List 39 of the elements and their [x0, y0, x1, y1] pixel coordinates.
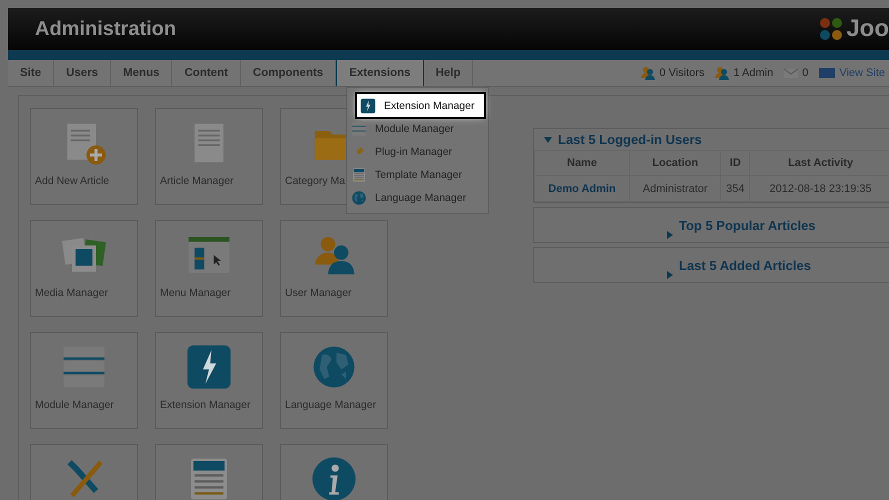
- column-header: ID: [720, 150, 750, 176]
- shortcut-tile[interactable]: Language Manager: [280, 332, 388, 429]
- logo: Joo: [818, 15, 889, 43]
- status-count: 1 Admin: [733, 67, 774, 79]
- view-site-link[interactable]: View Site: [839, 67, 885, 79]
- shortcut-tile[interactable]: Media Manager: [30, 220, 138, 317]
- column-header: Location: [629, 150, 721, 176]
- caret-icon[interactable]: [667, 271, 673, 279]
- globe-icon: [351, 190, 367, 206]
- page-title: Administration: [35, 18, 176, 40]
- monitor-icon: [818, 67, 836, 79]
- lightning-icon: [185, 343, 233, 391]
- shortcut-tile[interactable]: Module Manager: [30, 332, 138, 429]
- user-icon: [640, 66, 656, 80]
- menu-item[interactable]: Extension Manager: [357, 94, 484, 117]
- info-icon: [310, 455, 358, 500]
- caret-icon[interactable]: [667, 231, 673, 239]
- column-header: Name: [534, 150, 630, 176]
- stacked-layers-icon: [351, 120, 367, 136]
- shortcut-tile[interactable]: Extension Manager: [155, 332, 263, 429]
- user-link[interactable]: Demo Admin: [534, 176, 630, 202]
- shortcut-tile[interactable]: Menu Manager: [155, 220, 263, 317]
- status-count: 0 Visitors: [659, 67, 704, 79]
- caret-icon[interactable]: [544, 136, 552, 142]
- status-count: 0: [802, 67, 808, 79]
- panel-title[interactable]: Top 5 Popular Articles: [679, 218, 816, 232]
- shortcut-tile[interactable]: Article Manager: [155, 108, 263, 205]
- shortcut-tile[interactable]: User Manager: [280, 220, 388, 317]
- lightning-icon: [360, 98, 376, 114]
- envelope-icon: [783, 67, 800, 79]
- shortcut-tile[interactable]: Add New Article: [30, 108, 138, 205]
- column-header: Last Activity: [750, 150, 889, 176]
- table-cell: Administrator: [629, 176, 721, 202]
- panel-title[interactable]: Last 5 Logged-in Users: [558, 132, 702, 147]
- panel-title[interactable]: Last 5 Added Articles: [679, 258, 811, 272]
- menu-tab[interactable]: Extensions: [336, 60, 424, 86]
- table-cell: 354: [720, 176, 750, 202]
- page-layout-icon: [351, 166, 367, 182]
- user-icon: [714, 66, 730, 80]
